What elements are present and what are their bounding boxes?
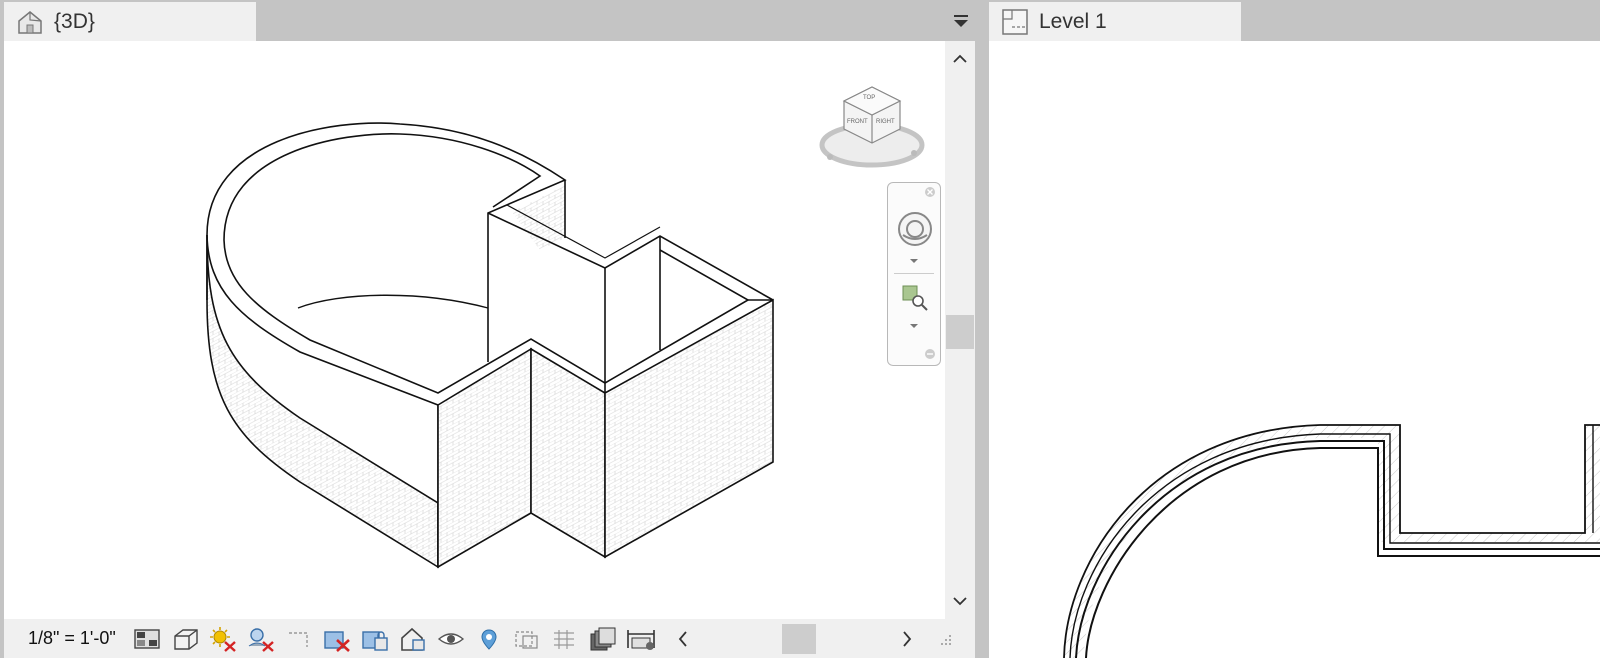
close-navbar-icon[interactable] <box>924 186 936 198</box>
tab-list-dropdown-button[interactable] <box>950 10 972 32</box>
shadows-off-icon[interactable] <box>246 624 276 654</box>
tab-3d-view[interactable]: {3D} <box>4 2 256 41</box>
horizontal-scroll-thumb[interactable] <box>781 623 816 654</box>
crop-view-icon[interactable] <box>284 624 314 654</box>
scroll-up-icon[interactable] <box>948 49 972 69</box>
show-constraints-icon[interactable] <box>626 624 656 654</box>
sun-path-off-icon[interactable] <box>208 624 238 654</box>
analytical-model-icon[interactable] <box>474 624 504 654</box>
navbar-divider <box>894 273 934 274</box>
scroll-left-icon[interactable] <box>668 624 698 654</box>
scroll-right-icon[interactable] <box>892 624 922 654</box>
view-control-bar: 1/8" = 1'-0" <box>4 619 975 658</box>
3d-wall-model[interactable] <box>4 41 945 619</box>
right-tab-bar: Level 1 <box>985 0 1600 41</box>
floor-plan-icon <box>999 6 1031 38</box>
reveal-hidden-elements-icon[interactable] <box>436 624 466 654</box>
highlight-displacement-icon[interactable] <box>512 624 542 654</box>
view-scale-label[interactable]: 1/8" = 1'-0" <box>28 628 116 649</box>
3d-view-scrollbar-vertical[interactable] <box>945 41 975 619</box>
unlock-3d-view-icon[interactable] <box>360 624 390 654</box>
tab-title: Level 1 <box>1039 9 1107 33</box>
floor-plan-canvas[interactable] <box>989 41 1600 658</box>
scroll-down-icon[interactable] <box>948 591 972 611</box>
floor-plan-walls[interactable] <box>989 41 1600 658</box>
tab-level-1[interactable]: Level 1 <box>989 2 1241 41</box>
tab-title: {3D} <box>54 9 95 33</box>
vertical-scroll-thumb[interactable] <box>946 315 974 349</box>
viewcube-top-face[interactable]: TOP <box>863 95 875 101</box>
viewcube[interactable]: TOP FRONT RIGHT <box>816 83 928 175</box>
navbar-options-icon[interactable] <box>924 348 936 360</box>
show-crop-region-icon[interactable] <box>322 624 352 654</box>
viewcube-right-face[interactable]: RIGHT <box>876 119 895 125</box>
view-cube-toggle-icon[interactable] <box>170 624 200 654</box>
viewcube-front-face[interactable]: FRONT <box>847 119 868 125</box>
tab-list-icon <box>954 15 968 27</box>
navigation-bar <box>887 182 941 366</box>
zoom-dropdown-icon[interactable] <box>908 322 920 330</box>
temporary-hide-isolate-icon[interactable] <box>398 624 428 654</box>
temporary-view-properties-icon[interactable] <box>588 624 618 654</box>
visual-style-icon[interactable] <box>132 624 162 654</box>
worksharing-display-icon[interactable] <box>550 624 580 654</box>
steering-wheel-dropdown-icon[interactable] <box>908 257 920 265</box>
3d-view-canvas[interactable]: TOP FRONT RIGHT <box>4 41 945 619</box>
zoom-region-icon[interactable] <box>900 283 930 313</box>
view-splitter[interactable] <box>975 0 985 658</box>
resize-grip-icon[interactable] <box>930 624 960 654</box>
left-tab-bar: {3D} <box>0 0 985 41</box>
house-3d-icon <box>14 6 46 38</box>
steering-wheel-icon[interactable] <box>897 211 933 247</box>
